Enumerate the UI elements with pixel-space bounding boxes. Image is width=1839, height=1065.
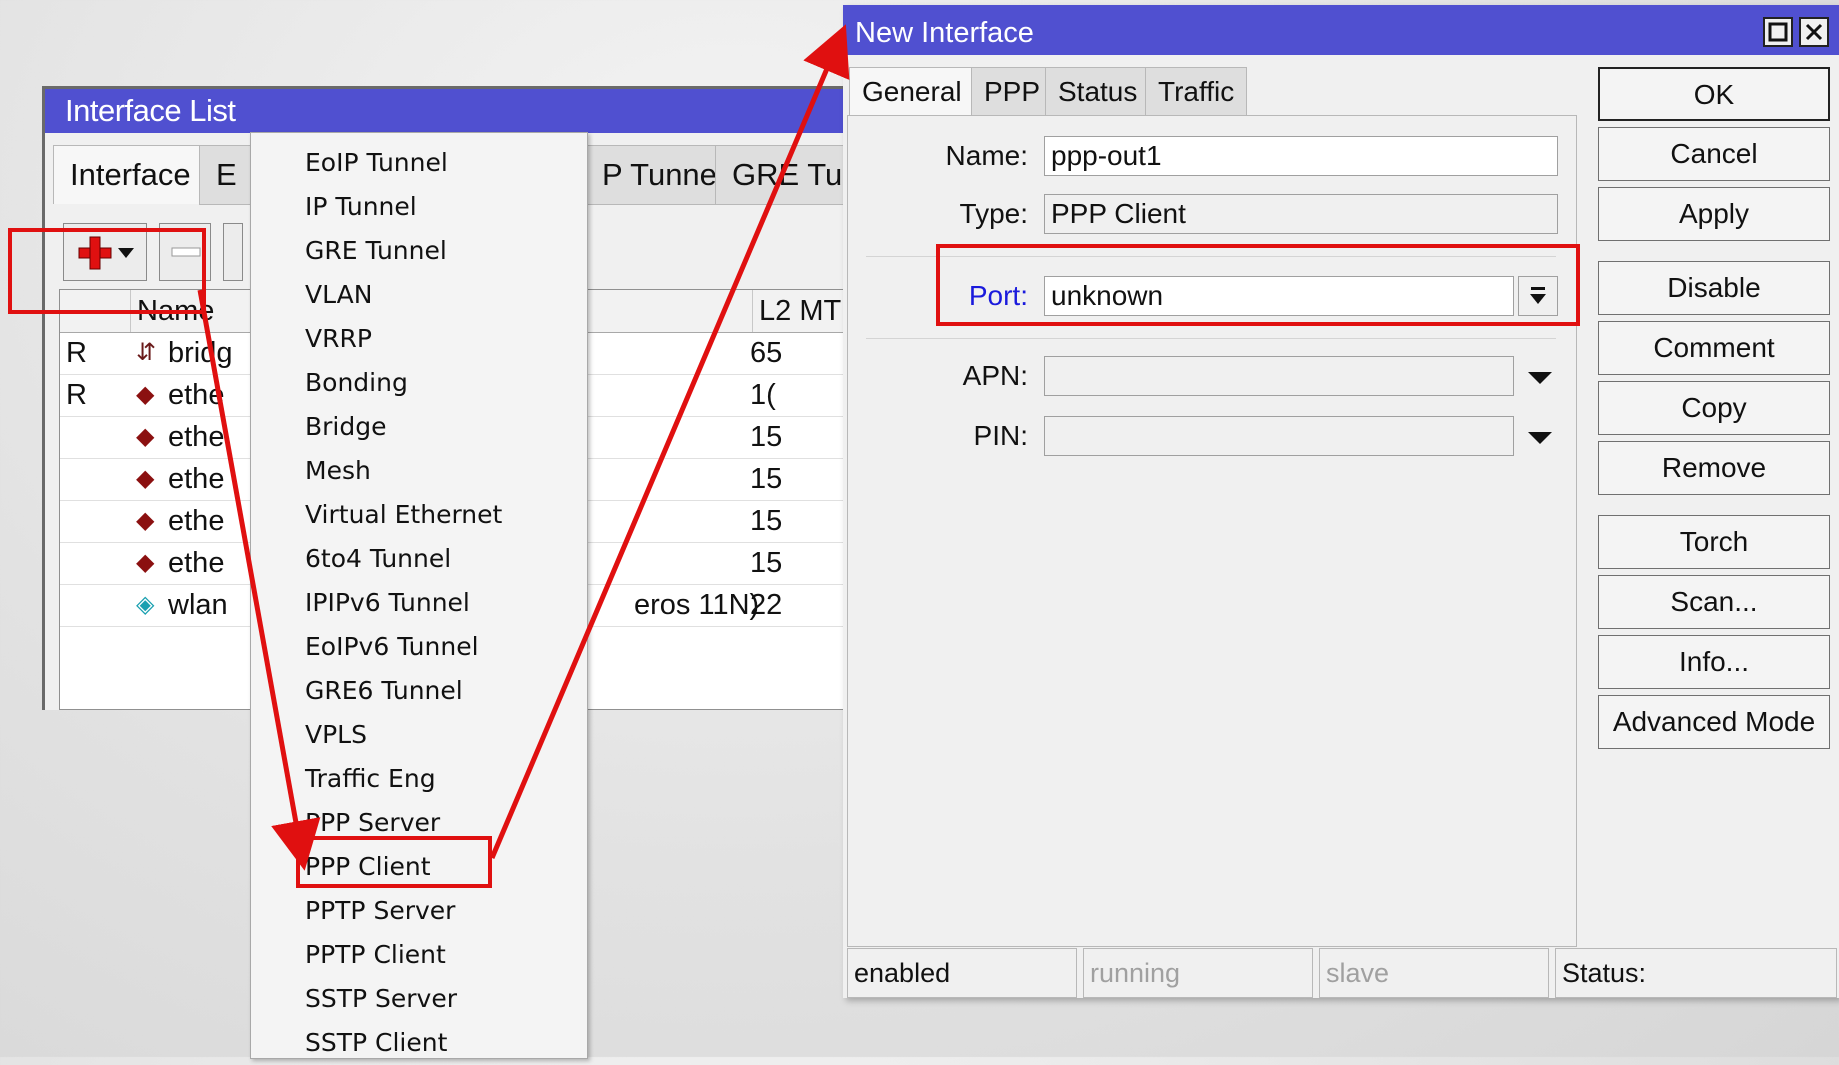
annotation-arrows — [197, 24, 850, 871]
arrow-to-ppp-client — [197, 289, 321, 871]
arrow-to-new-interface — [489, 24, 850, 859]
